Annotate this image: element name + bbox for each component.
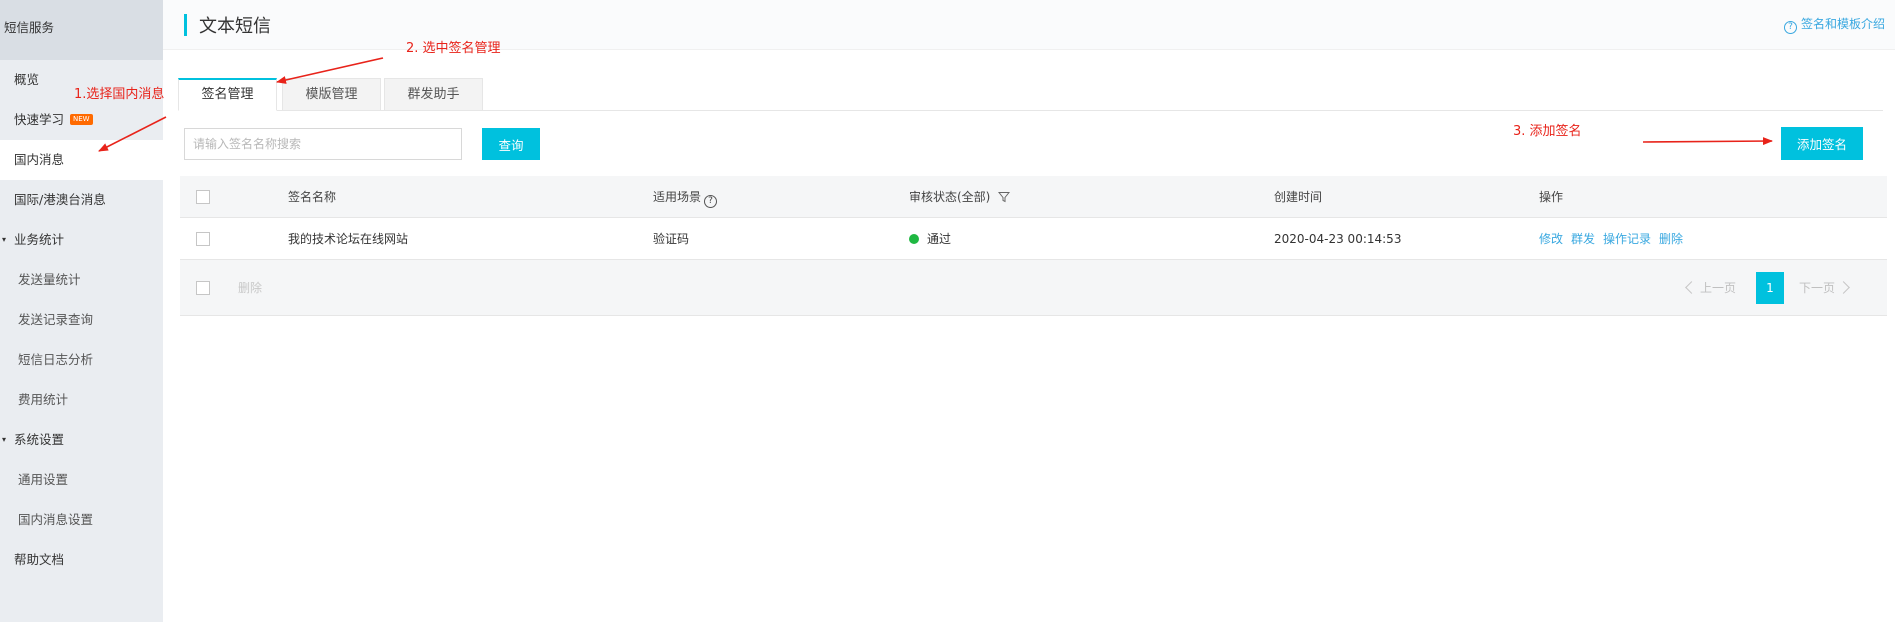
signature-name: 我的技术论坛在线网站 [288, 232, 409, 246]
sidebar-item-label: 发送记录查询 [18, 312, 94, 327]
tab-bulk-send-assistant[interactable]: 群发助手 [384, 78, 483, 111]
annotation-step-2: 2. 选中签名管理 [406, 41, 501, 56]
sidebar-item-label: 通用设置 [18, 472, 69, 487]
table-row: 我的技术论坛在线网站 验证码 通过 2020-04-23 00:14:53 修改… [180, 218, 1887, 260]
sidebar-item-label: 国内消息设置 [18, 512, 94, 527]
add-signature-button[interactable]: 添加签名 [1781, 127, 1863, 160]
sidebar-item-help-docs[interactable]: 帮助文档 [0, 540, 163, 580]
column-header-name: 签名名称 [288, 190, 337, 204]
status-approved-dot-icon [909, 234, 919, 244]
annotation-arrow-3 [1642, 137, 1773, 146]
sidebar-item-label: 国际/港澳台消息 [14, 192, 106, 207]
batch-delete-button[interactable]: 删除 [238, 260, 262, 316]
signature-template-intro-link[interactable]: ? 签名和模板介绍 [1783, 15, 1885, 34]
bulk-send-link[interactable]: 群发 [1571, 232, 1595, 246]
signature-table: 签名名称 适用场景? 审核状态(全部) 创建时间 操作 我的技术论坛在线网站 验… [180, 176, 1887, 316]
annotation-step-1: 1.选择国内消息 [74, 87, 165, 102]
sidebar-item-sms-log-analysis[interactable]: 短信日志分析 [0, 340, 163, 380]
edit-link[interactable]: 修改 [1539, 232, 1563, 246]
column-header-status[interactable]: 审核状态(全部) [909, 176, 1011, 218]
sidebar-group-business-stats[interactable]: ▾ 业务统计 [0, 220, 163, 260]
chevron-right-icon [1837, 281, 1850, 294]
operation-log-link[interactable]: 操作记录 [1603, 232, 1651, 246]
prev-page-label: 上一页 [1700, 281, 1737, 295]
caret-down-icon: ▾ [2, 235, 7, 244]
help-link-label: 签名和模板介绍 [1800, 17, 1885, 31]
tab-bar: 签名管理 模版管理 群发助手 [178, 78, 1883, 111]
next-page-button[interactable]: 下一页 [1799, 272, 1850, 304]
sidebar-item-send-records[interactable]: 发送记录查询 [0, 300, 163, 340]
new-badge: NEW [70, 114, 93, 125]
select-all-checkbox[interactable] [196, 190, 210, 204]
question-icon[interactable]: ? [704, 195, 718, 208]
sidebar-item-send-volume[interactable]: 发送量统计 [0, 260, 163, 300]
delete-link[interactable]: 删除 [1659, 232, 1683, 246]
table-header: 签名名称 适用场景? 审核状态(全部) 创建时间 操作 [180, 176, 1887, 218]
sidebar-item-label: 发送量统计 [18, 272, 81, 287]
sidebar-item-label: 快速学习 [14, 112, 65, 127]
caret-down-icon: ▾ [2, 435, 7, 444]
sidebar-item-domestic-settings[interactable]: 国内消息设置 [0, 500, 163, 540]
row-actions: 修改 群发 操作记录 删除 [1539, 218, 1691, 260]
sidebar-item-label: 业务统计 [14, 232, 65, 247]
sidebar-item-label: 短信日志分析 [18, 352, 94, 367]
row-checkbox[interactable] [196, 232, 210, 246]
column-header-scene: 适用场景? [653, 176, 718, 218]
filter-icon[interactable] [998, 191, 1011, 203]
page-title: 文本短信 [199, 16, 271, 37]
tab-template-management[interactable]: 模版管理 [282, 78, 381, 111]
sidebar-item-label: 概览 [14, 72, 40, 87]
pagination: 上一页 1 下一页 [1685, 272, 1867, 304]
review-status-label: 通过 [927, 232, 952, 246]
next-page-label: 下一页 [1799, 281, 1836, 295]
column-header-scene-label: 适用场景 [653, 190, 702, 204]
sidebar-item-international-message[interactable]: 国际/港澳台消息 [0, 180, 163, 220]
question-icon: ? [1783, 21, 1797, 34]
sidebar-item-domestic-message[interactable]: 国内消息 [0, 140, 163, 180]
footer-select-all-checkbox[interactable] [196, 281, 210, 295]
sidebar-header: 短信服务 [0, 0, 163, 60]
created-time: 2020-04-23 00:14:53 [1274, 232, 1402, 246]
sidebar-item-label: 帮助文档 [14, 552, 65, 567]
title-accent-bar [184, 14, 187, 36]
column-header-created: 创建时间 [1274, 190, 1323, 204]
query-button[interactable]: 查询 [482, 128, 540, 160]
signature-search-input[interactable] [184, 128, 462, 160]
review-status: 通过 [909, 218, 951, 260]
column-header-actions: 操作 [1539, 190, 1564, 204]
sidebar-item-label: 费用统计 [18, 392, 69, 407]
sidebar-item-general-settings[interactable]: 通用设置 [0, 460, 163, 500]
annotation-step-3: 3. 添加签名 [1513, 124, 1582, 139]
chevron-left-icon [1685, 281, 1698, 294]
sidebar-item-quick-learn[interactable]: 快速学习 NEW [0, 100, 163, 140]
page-number-current[interactable]: 1 [1756, 272, 1784, 304]
tab-signature-management[interactable]: 签名管理 [178, 78, 277, 111]
column-header-status-label: 审核状态(全部) [909, 190, 991, 204]
sidebar-group-system-settings[interactable]: ▾ 系统设置 [0, 420, 163, 460]
signature-scene: 验证码 [653, 232, 690, 246]
prev-page-button[interactable]: 上一页 [1685, 272, 1737, 304]
sidebar-item-cost-stats[interactable]: 费用统计 [0, 380, 163, 420]
sidebar-item-label: 系统设置 [14, 432, 65, 447]
table-footer: 删除 上一页 1 下一页 [180, 260, 1887, 316]
sidebar-item-label: 国内消息 [14, 152, 65, 167]
